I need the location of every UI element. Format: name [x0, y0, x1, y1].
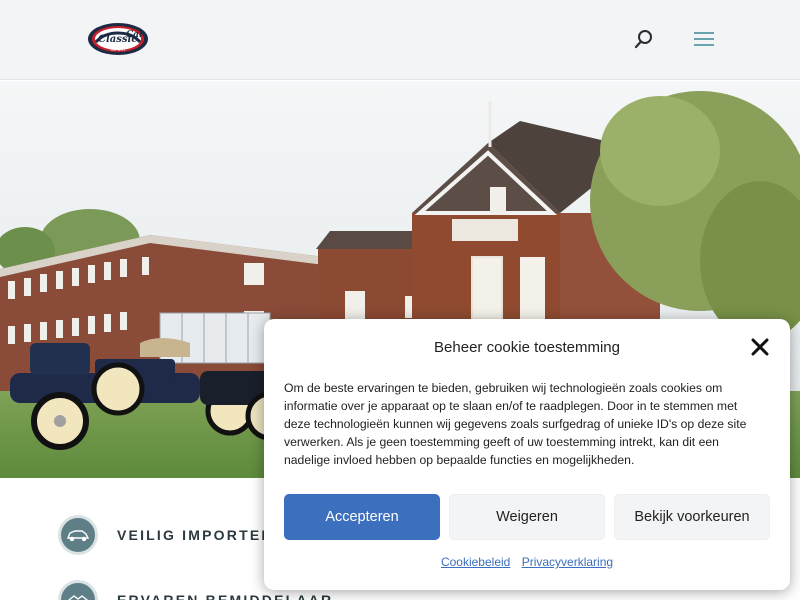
feature-veilig-importeren: VEILIG IMPORTEREN — [58, 515, 298, 555]
svg-text:IMPORT: IMPORT — [110, 47, 126, 52]
dialog-body-text: Om de beste ervaringen te bieden, gebrui… — [284, 381, 747, 467]
policy-links: Cookiebeleid Privacyverklaring — [264, 555, 790, 569]
classic-car-logo[interactable]: Classic Car IMPORT — [84, 20, 150, 58]
feature-label: ERVAREN BEMIDDELAAR — [117, 592, 334, 600]
cookie-consent-dialog: Beheer cookie toestemming Om de beste er… — [264, 319, 790, 590]
view-preferences-button[interactable]: Bekijk voorkeuren — [614, 494, 770, 540]
close-icon[interactable] — [750, 337, 770, 357]
car-icon — [58, 515, 98, 555]
handshake-icon — [58, 580, 98, 600]
cookie-policy-link[interactable]: Cookiebeleid — [441, 555, 510, 569]
hamburger-menu-icon[interactable] — [692, 28, 716, 50]
search-icon[interactable] — [632, 28, 656, 52]
dialog-title: Beheer cookie toestemming — [434, 339, 620, 356]
deny-button[interactable]: Weigeren — [449, 494, 605, 540]
accept-button[interactable]: Accepteren — [284, 494, 440, 540]
svg-text:Car: Car — [126, 30, 145, 40]
privacy-statement-link[interactable]: Privacyverklaring — [522, 555, 613, 569]
site-header: Classic Car IMPORT — [0, 0, 800, 80]
